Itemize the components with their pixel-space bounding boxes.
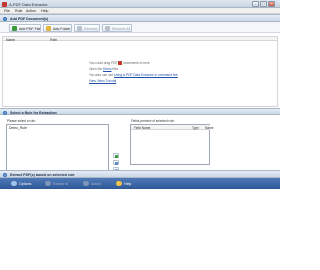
fields-header: Field Name Type Name bbox=[131, 125, 214, 130]
action-button[interactable]: Action bbox=[83, 180, 111, 187]
fields-preview-label: Fields preview of selected rule: bbox=[131, 119, 175, 123]
app-icon bbox=[2, 1, 7, 7]
step-three-icon: 3 bbox=[3, 172, 7, 177]
demo-link[interactable]: Demo bbox=[103, 67, 112, 71]
video-tutorial-link[interactable]: View Video Tutorial bbox=[89, 79, 116, 83]
action-label: Action bbox=[91, 181, 101, 186]
options-icon bbox=[11, 180, 17, 186]
help-button[interactable]: Help bbox=[116, 180, 138, 187]
window-title: A-PDF Data Extractor bbox=[9, 1, 48, 7]
menu-action[interactable]: Action bbox=[26, 9, 36, 13]
column-field-name[interactable]: Field Name bbox=[134, 126, 150, 130]
action-icon bbox=[83, 180, 89, 186]
command-line-link[interactable]: Using A-PDF Data Extractor in command li… bbox=[114, 73, 178, 77]
edit-rule-button[interactable] bbox=[113, 160, 119, 165]
maximize-button[interactable]: □ bbox=[260, 1, 267, 7]
section-select-rule: 2 Select a Rule for Extraction bbox=[0, 108, 280, 115]
drag-hint: You could drag PDF documents to here bbox=[89, 61, 150, 66]
command-line-hint: You also can use Using A-PDF Data Extrac… bbox=[89, 73, 178, 77]
rule-item-demo[interactable]: Demo_Rule bbox=[9, 126, 27, 130]
file-list[interactable]: You could drag PDF documents to here Ope… bbox=[2, 41, 278, 107]
menu-rule[interactable]: Rule bbox=[15, 9, 22, 13]
edit-icon bbox=[115, 162, 119, 165]
close-button[interactable]: × bbox=[268, 1, 275, 7]
options-label: Options bbox=[19, 181, 32, 186]
section-add-label: Add PDF Document(s) bbox=[10, 16, 49, 21]
pdf-icon bbox=[118, 61, 123, 66]
file-toolbar: Add PDF File Add Folder Remove Remove Al… bbox=[0, 22, 280, 33]
remove-all-icon bbox=[105, 26, 110, 31]
plus-icon bbox=[115, 155, 119, 158]
menu-file[interactable]: File bbox=[4, 9, 10, 13]
extract-to-button[interactable]: Extract to bbox=[45, 180, 79, 187]
help-icon bbox=[116, 180, 122, 186]
options-button[interactable]: Options bbox=[11, 180, 39, 187]
step-two-icon: 2 bbox=[3, 110, 7, 115]
folder-icon bbox=[46, 26, 51, 31]
section-add-documents: 1 Add PDF Document(s) bbox=[0, 14, 280, 22]
remove-button[interactable]: Remove bbox=[74, 23, 100, 32]
add-folder-label: Add Folder bbox=[53, 26, 71, 31]
section-rule-label: Select a Rule for Extraction bbox=[10, 110, 57, 115]
add-folder-button[interactable]: Add Folder bbox=[43, 23, 72, 32]
menu-help[interactable]: Help bbox=[41, 9, 48, 13]
fields-preview-table[interactable]: Field Name Type Name bbox=[130, 124, 214, 165]
title-bar: A-PDF Data Extractor – □ × bbox=[0, 0, 280, 8]
demo-hint: Open the Demo files bbox=[89, 67, 119, 71]
video-hint: View Video Tutorial bbox=[89, 79, 116, 83]
remove-all-button[interactable]: Remove All bbox=[102, 23, 132, 32]
extract-icon bbox=[45, 180, 51, 186]
column-field-label[interactable]: Name bbox=[205, 126, 214, 130]
section-extract: 3 Extract PDF(s) based on selected rule bbox=[0, 170, 280, 178]
add-pdf-file-button[interactable]: Add PDF File bbox=[9, 23, 41, 32]
extract-label: Extract to bbox=[53, 181, 69, 186]
minimize-button[interactable]: – bbox=[252, 1, 259, 7]
remove-label: Remove bbox=[84, 26, 98, 31]
action-bar: Options Extract to Action Help bbox=[0, 178, 280, 189]
rule-list-label: Please select a rule: bbox=[7, 119, 36, 123]
column-type[interactable]: Type bbox=[192, 126, 199, 130]
help-label: Help bbox=[124, 181, 132, 186]
step-one-icon: 1 bbox=[3, 16, 7, 21]
remove-icon bbox=[77, 26, 82, 31]
add-pdf-label: Add PDF File bbox=[19, 26, 41, 31]
add-pdf-icon bbox=[12, 26, 17, 31]
section-extract-label: Extract PDF(s) based on selected rule bbox=[10, 172, 75, 177]
new-rule-button[interactable] bbox=[113, 153, 119, 158]
remove-all-label: Remove All bbox=[112, 26, 131, 31]
rule-list[interactable]: Demo_Rule bbox=[6, 124, 109, 171]
